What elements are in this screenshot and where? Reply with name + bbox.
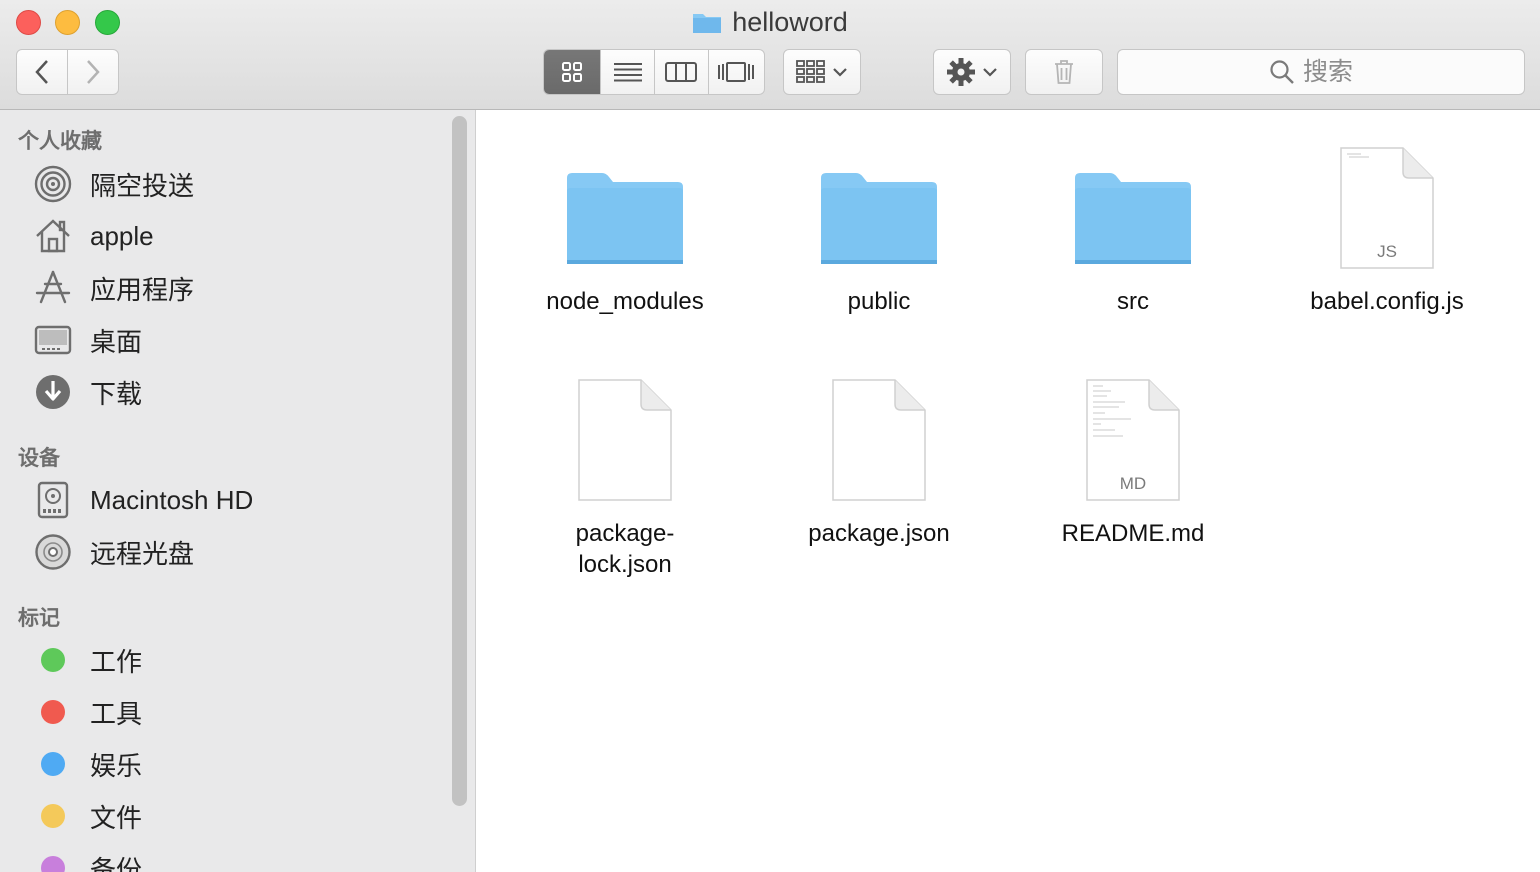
action-menu-button[interactable]	[933, 49, 1011, 95]
back-icon	[35, 60, 48, 84]
file-item-readme[interactable]: MD README.md	[1018, 352, 1248, 549]
sidebar-item-tag-backup[interactable]: 备份	[30, 845, 440, 872]
document-icon	[764, 352, 994, 502]
devices-section-title: 设备	[18, 447, 60, 470]
file-name: public	[847, 288, 911, 315]
sidebar-item-airdrop[interactable]: 隔空投送	[30, 161, 440, 207]
file-browser: node_modules public src JS babel.config.…	[477, 110, 1540, 872]
sidebar-item-label: 下载	[90, 378, 143, 409]
sidebar-item-tag-entertainment[interactable]: 娱乐	[30, 741, 440, 787]
icon-view-button[interactable]	[544, 50, 602, 94]
sidebar-scrollbar[interactable]	[452, 116, 467, 806]
sidebar-item-label: 工作	[90, 646, 143, 677]
column-view-icon	[665, 62, 698, 82]
sidebar-item-label: 娱乐	[90, 750, 143, 781]
sidebar-item-label: apple	[90, 220, 154, 251]
disc-icon	[30, 529, 76, 575]
title-bar: helloword	[0, 0, 1540, 110]
icon-view-icon	[562, 62, 583, 82]
chevron-down-icon	[983, 68, 997, 77]
sidebar-item-downloads[interactable]: 下载	[30, 369, 440, 415]
move-to-trash-button[interactable]	[1025, 49, 1103, 95]
sidebar-item-label: 桌面	[90, 326, 143, 357]
cover-flow-icon	[718, 62, 755, 82]
folder-icon	[1018, 120, 1248, 270]
hard-drive-icon	[30, 477, 76, 523]
folder-icon	[693, 14, 722, 33]
file-item-node-modules[interactable]: node_modules	[510, 120, 740, 317]
file-item-package-lock[interactable]: package-lock.json	[510, 352, 740, 580]
sidebar-item-tag-work[interactable]: 工作	[30, 637, 440, 683]
sidebar-item-label: Macintosh HD	[90, 484, 254, 515]
tag-color-dot	[41, 752, 65, 776]
sidebar-item-label: 文件	[90, 802, 143, 833]
download-icon	[30, 369, 76, 415]
forward-button[interactable]	[68, 50, 119, 94]
sidebar-item-label: 备份	[90, 854, 143, 872]
javascript-document-icon: JS	[1272, 120, 1502, 270]
file-item-babel-config[interactable]: JS babel.config.js	[1272, 120, 1502, 317]
tag-color-dot	[41, 700, 65, 724]
back-button[interactable]	[17, 50, 68, 94]
sidebar-item-label: 应用程序	[90, 274, 195, 305]
sidebar-item-home[interactable]: apple	[30, 213, 440, 259]
column-view-button[interactable]	[655, 50, 709, 94]
group-by-button[interactable]	[783, 49, 861, 95]
file-name: package.json	[808, 520, 950, 547]
favorites-section-title: 个人收藏	[18, 130, 102, 153]
sidebar-item-applications[interactable]: 应用程序	[30, 265, 440, 311]
group-icon	[796, 60, 825, 83]
sidebar: 个人收藏 隔空投送 apple 应用程序 桌面 下载 设备 Macintosh …	[0, 110, 476, 872]
chevron-down-icon	[833, 68, 847, 77]
forward-icon	[86, 60, 100, 84]
sidebar-item-label: 工具	[90, 698, 143, 729]
list-view-button[interactable]	[601, 50, 655, 94]
file-name: babel.config.js	[1310, 288, 1464, 315]
view-mode-control	[543, 49, 765, 95]
tag-color-dot	[41, 856, 65, 872]
markdown-document-icon: MD	[1018, 352, 1248, 502]
list-view-icon	[613, 63, 642, 82]
file-item-package[interactable]: package.json	[764, 352, 994, 549]
cover-flow-button[interactable]	[709, 50, 764, 94]
airdrop-icon	[30, 161, 76, 207]
sidebar-item-macintosh-hd[interactable]: Macintosh HD	[30, 477, 440, 523]
tag-color-dot	[41, 804, 65, 828]
document-icon	[510, 352, 740, 502]
applications-icon	[30, 265, 76, 311]
sidebar-item-tag-tools[interactable]: 工具	[30, 689, 440, 735]
file-type-badge: MD	[1119, 474, 1147, 493]
folder-icon	[510, 120, 740, 270]
sidebar-item-label: 远程光盘	[90, 538, 195, 569]
file-item-public[interactable]: public	[764, 120, 994, 317]
sidebar-item-remote-disc[interactable]: 远程光盘	[30, 529, 440, 575]
search-field[interactable]	[1117, 49, 1525, 95]
file-type-badge: JS	[1377, 242, 1397, 261]
file-name: package-lock.json	[575, 520, 675, 578]
window-title: helloword	[0, 6, 1540, 38]
search-input[interactable]	[1303, 57, 1373, 87]
gear-icon	[947, 58, 975, 86]
trash-icon	[1055, 60, 1073, 84]
file-name: README.md	[1061, 520, 1205, 547]
tag-color-dot	[41, 648, 65, 672]
tags-section-title: 标记	[18, 607, 60, 630]
sidebar-item-tag-files[interactable]: 文件	[30, 793, 440, 839]
desktop-icon	[30, 317, 76, 363]
home-icon	[30, 213, 76, 259]
file-name: src	[1117, 288, 1149, 315]
sidebar-item-desktop[interactable]: 桌面	[30, 317, 440, 363]
sidebar-item-label: 隔空投送	[90, 170, 195, 201]
window-title-text: helloword	[732, 6, 848, 37]
folder-icon	[764, 120, 994, 270]
file-item-src[interactable]: src	[1018, 120, 1248, 317]
search-icon	[1270, 60, 1294, 84]
file-name: node_modules	[546, 288, 704, 315]
navigation-buttons	[16, 49, 119, 95]
